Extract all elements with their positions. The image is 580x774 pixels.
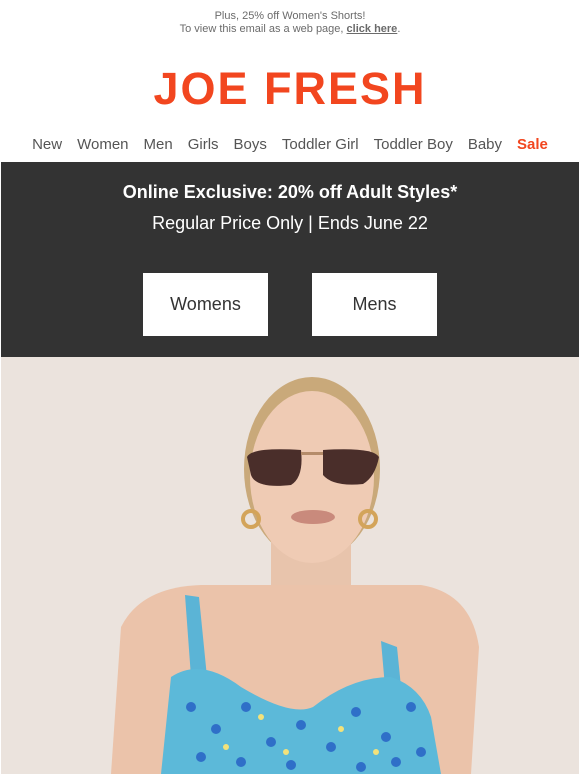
category-nav: New Women Men Girls Boys Toddler Girl To… [0, 135, 580, 155]
promo-subline: Regular Price Only | Ends June 22 [152, 213, 428, 233]
promo-banner: Online Exclusive: 20% off Adult Styles* … [1, 162, 579, 357]
nav-item-toddler-girl[interactable]: Toddler Girl [274, 135, 366, 155]
nav-item-baby[interactable]: Baby [460, 135, 509, 155]
nav-item-boys[interactable]: Boys [226, 135, 274, 155]
brand-logo[interactable]: JOE FRESH [0, 64, 580, 114]
nav-item-new[interactable]: New [25, 135, 70, 155]
nav-item-girls[interactable]: Girls [180, 135, 226, 155]
promo-headline: Online Exclusive: 20% off Adult Styles* [122, 182, 458, 202]
preheader-webview-text: To view this email as a web page, [179, 23, 344, 35]
hero-image[interactable] [1, 357, 579, 774]
nav-item-sale[interactable]: Sale [510, 135, 556, 155]
sunglasses-left-lens [247, 449, 302, 486]
nav-item-women[interactable]: Women [70, 135, 136, 155]
web-view-link[interactable]: click here [347, 23, 398, 35]
preheader-period: . [397, 23, 401, 35]
preheader-webview: To view this email as a web page, click … [0, 23, 580, 36]
shop-womens-button[interactable]: Womens [143, 273, 268, 336]
nav-item-men[interactable]: Men [136, 135, 180, 155]
preheader: Plus, 25% off Women's Shorts! To view th… [0, 0, 580, 36]
preheader-offer: Plus, 25% off Women's Shorts! [214, 10, 366, 22]
lips-shape [291, 510, 335, 524]
hero-model-illustration [111, 377, 479, 774]
sunglasses-bridge [301, 452, 323, 455]
nav-item-toddler-boy[interactable]: Toddler Boy [366, 135, 460, 155]
shop-mens-button[interactable]: Mens [312, 273, 437, 336]
